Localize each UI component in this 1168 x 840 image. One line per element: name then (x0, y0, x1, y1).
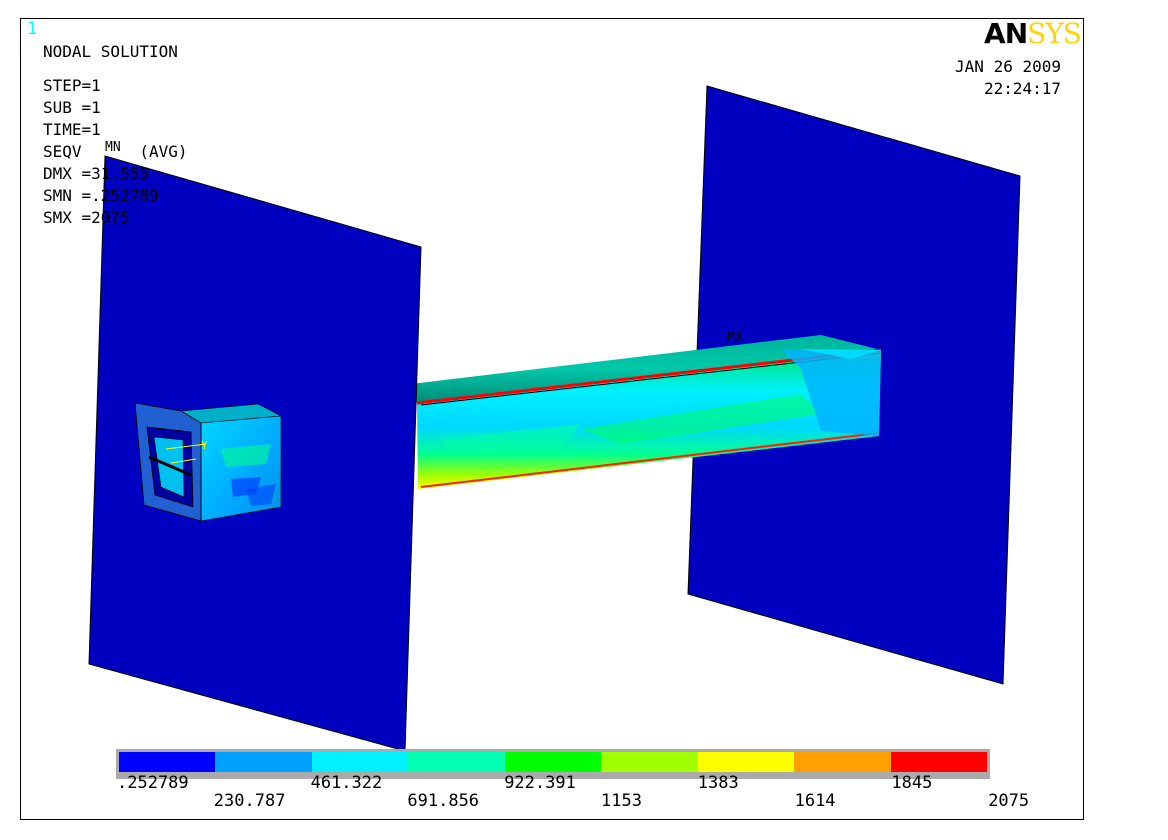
legend-label-top-2: 461.322 (310, 773, 383, 793)
legend-swatch-4 (408, 752, 505, 772)
legend-swatch-1 (119, 752, 216, 772)
legend-label-top-1: .252789 (117, 773, 189, 793)
graphics-window[interactable]: 1 ANSYS JAN 26 2009 22:24:17 Y MN MX NOD… (20, 18, 1084, 820)
axis-y-label: Y (201, 439, 208, 452)
legend-swatch-5 (504, 752, 602, 772)
legend-label-bottom-4: 1614 (794, 791, 836, 811)
legend-label-bottom-3: 1153 (601, 791, 642, 811)
info-smx: SMX =2075 (43, 208, 130, 227)
legend-color-bar (119, 752, 987, 772)
info-dmx: DMX =31.555 (43, 164, 149, 183)
max-marker: MX (727, 330, 743, 345)
info-seqv: SEQV (AVG) (43, 142, 188, 161)
legend-swatch-8 (794, 752, 891, 772)
legend-swatch-3 (311, 752, 409, 772)
info-sub: SUB =1 (43, 98, 101, 117)
legend-label-top-4: 1383 (697, 773, 739, 793)
info-title: NODAL SOLUTION (43, 42, 178, 61)
legend-label-bottom-1: 230.787 (213, 791, 286, 811)
legend-label-bottom-2: 691.856 (407, 791, 480, 811)
legend-swatch-6 (601, 752, 698, 772)
info-time: TIME=1 (43, 120, 101, 139)
legend-label-top-3: 922.391 (504, 773, 576, 793)
info-smn: SMN =.252789 (43, 186, 159, 205)
short-tube: Y (134, 402, 283, 522)
legend-swatch-7 (697, 752, 795, 772)
legend-swatch-9 (890, 752, 987, 772)
info-step: STEP=1 (43, 76, 101, 95)
legend-swatch-2 (215, 752, 312, 772)
legend-label-bottom-5: 2075 (988, 791, 1030, 811)
legend-label-top-5: 1845 (891, 773, 933, 793)
result-info: NODAL SOLUTION STEP=1 SUB =1 TIME=1 SEQV… (43, 41, 188, 229)
